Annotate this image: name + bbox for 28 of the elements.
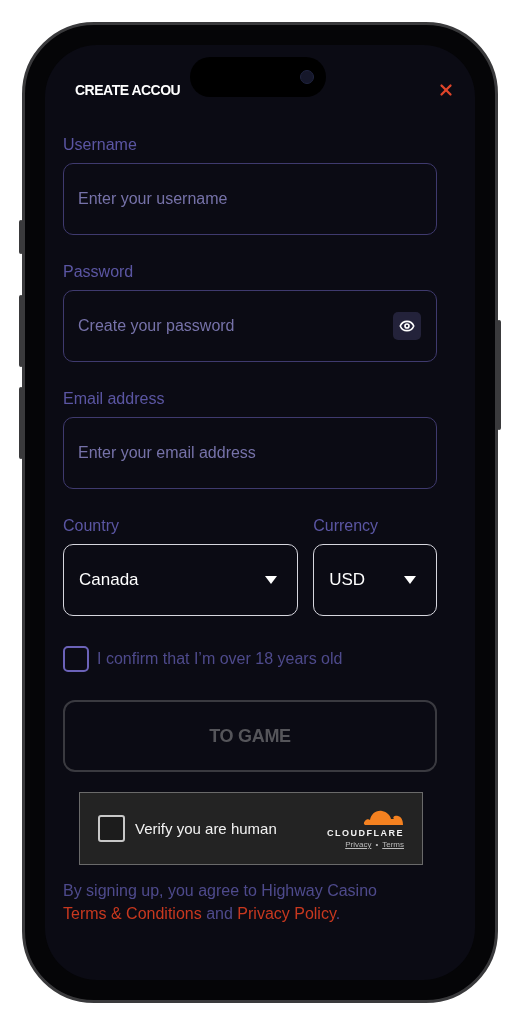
input-field[interactable]: Create your password <box>63 290 437 362</box>
caret-icon <box>404 576 416 584</box>
input-field[interactable]: Enter your username <box>63 163 437 235</box>
age-checkbox[interactable] <box>63 646 89 672</box>
brand-name: CLOUDFLARE <box>327 828 404 838</box>
cloud-icon <box>362 808 404 826</box>
separator-dot: • <box>375 840 379 849</box>
captcha-label: Verify you are human <box>135 820 278 837</box>
dropdown-select[interactable]: USD <box>313 544 437 616</box>
field-label: Password <box>63 263 135 281</box>
input-field[interactable]: Enter your email address <box>63 417 437 489</box>
dropdown-select[interactable]: Canada <box>63 544 299 616</box>
privacy-link[interactable]: Privacy <box>345 840 372 849</box>
legal-text: By signing up, you agree to Highway Casino Terms & Conditions and Privacy Policy. <box>63 881 378 924</box>
caret-icon <box>265 576 278 584</box>
captcha-checkbox[interactable] <box>98 815 125 842</box>
form-title: CREATE ACCOU <box>74 82 181 98</box>
field-label: Country <box>63 517 121 535</box>
checkbox-label: I confirm that I’m over 18 years old <box>97 650 343 668</box>
show-password-button[interactable] <box>393 312 421 340</box>
privacy-link[interactable]: Privacy Policy <box>237 905 336 922</box>
terms-link[interactable]: Terms <box>382 840 404 849</box>
field-label: Currency <box>313 517 380 535</box>
field-label: Username <box>63 136 138 154</box>
field-label: Email address <box>63 390 166 408</box>
terms-link[interactable]: Terms & Conditions <box>63 905 202 922</box>
close-icon <box>437 81 455 99</box>
eye-icon <box>399 318 415 334</box>
